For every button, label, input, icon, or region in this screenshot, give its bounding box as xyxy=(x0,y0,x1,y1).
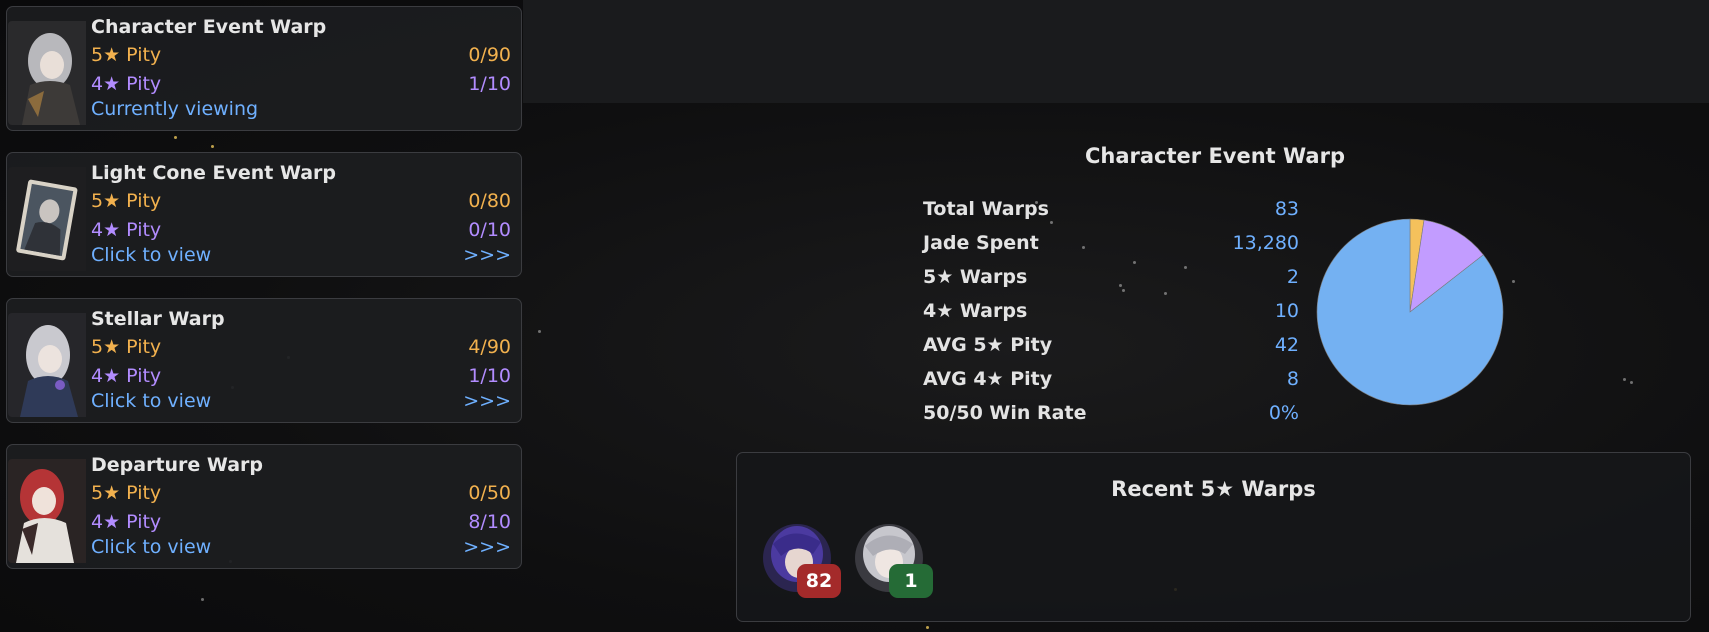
stat-label: Jade Spent xyxy=(923,232,1039,254)
character-portrait xyxy=(8,313,86,417)
stat-value: 13,280 xyxy=(1232,232,1299,254)
four-star-pity-label: 4★ Pity xyxy=(91,219,162,241)
stat-label: 5★ Warps xyxy=(923,266,1028,288)
stat-value: 42 xyxy=(1274,334,1299,356)
stat-win-rate: 50/50 Win Rate 0% xyxy=(923,402,1299,436)
stat-label: AVG 5★ Pity xyxy=(923,334,1053,356)
stat-value: 2 xyxy=(1286,266,1299,288)
view-arrow[interactable]: >>> xyxy=(463,536,511,558)
top-bar xyxy=(523,0,1709,103)
five-star-pity-label: 5★ Pity xyxy=(91,44,162,66)
five-star-pity-value: 0/50 xyxy=(468,482,511,504)
stat-label: 4★ Warps xyxy=(923,300,1028,322)
warp-title: Character Event Warp xyxy=(91,16,327,38)
five-star-pity-label: 5★ Pity xyxy=(91,336,162,358)
stat-four-star-warps: 4★ Warps 10 xyxy=(923,300,1299,334)
warp-distribution-pie-chart xyxy=(1316,218,1504,406)
four-star-pity-label: 4★ Pity xyxy=(91,365,162,387)
four-star-pity-value: 1/10 xyxy=(468,365,511,387)
click-to-view-link[interactable]: Click to view xyxy=(91,244,211,266)
stat-jade-spent: Jade Spent 13,280 xyxy=(923,232,1299,266)
stat-value: 83 xyxy=(1274,198,1299,220)
four-star-pity-value: 8/10 xyxy=(468,511,511,533)
five-star-pity-label: 5★ Pity xyxy=(91,482,162,504)
view-status: Currently viewing xyxy=(91,98,259,120)
recent-title: Recent 5★ Warps xyxy=(1111,477,1316,501)
five-star-pity-value: 0/90 xyxy=(468,44,511,66)
view-arrow[interactable]: >>> xyxy=(463,244,511,266)
five-star-pity-value: 0/80 xyxy=(468,190,511,212)
view-arrow[interactable]: >>> xyxy=(463,390,511,412)
warp-title: Light Cone Event Warp xyxy=(91,162,337,184)
light-cone-image xyxy=(8,167,86,271)
five-star-pity-label: 5★ Pity xyxy=(91,190,162,212)
warp-title: Stellar Warp xyxy=(91,308,225,330)
click-to-view-link[interactable]: Click to view xyxy=(91,536,211,558)
recent-five-star-panel: Recent 5★ Warps 82 1 xyxy=(736,452,1691,622)
four-star-pity-value: 1/10 xyxy=(468,73,511,95)
four-star-pity-label: 4★ Pity xyxy=(91,73,162,95)
warp-card-character-event[interactable]: Character Event Warp 5★ Pity 0/90 4★ Pit… xyxy=(6,6,522,131)
five-star-pity-value: 4/90 xyxy=(468,336,511,358)
stat-avg-five-star-pity: AVG 5★ Pity 42 xyxy=(923,334,1299,368)
click-to-view-link[interactable]: Click to view xyxy=(91,390,211,412)
stat-value: 0% xyxy=(1268,402,1299,424)
stat-label: Total Warps xyxy=(923,198,1049,220)
four-star-pity-label: 4★ Pity xyxy=(91,511,162,533)
character-portrait xyxy=(8,21,86,125)
stats-list: Total Warps 83 Jade Spent 13,280 5★ Warp… xyxy=(923,198,1299,436)
stat-label: 50/50 Win Rate xyxy=(923,402,1087,424)
stat-value: 10 xyxy=(1274,300,1299,322)
warp-card-stellar[interactable]: Stellar Warp 5★ Pity 4/90 4★ Pity 1/10 C… xyxy=(6,298,522,423)
pity-count-badge: 82 xyxy=(797,564,841,598)
recent-warp-avatar[interactable]: 1 xyxy=(855,524,933,598)
pity-count-badge: 1 xyxy=(889,564,933,598)
stat-value: 8 xyxy=(1286,368,1299,390)
warp-card-departure[interactable]: Departure Warp 5★ Pity 0/50 4★ Pity 8/10… xyxy=(6,444,522,569)
four-star-pity-value: 0/10 xyxy=(468,219,511,241)
stat-label: AVG 4★ Pity xyxy=(923,368,1053,390)
stat-total-warps: Total Warps 83 xyxy=(923,198,1299,232)
warp-title: Departure Warp xyxy=(91,454,264,476)
panel-title: Character Event Warp xyxy=(1084,144,1345,168)
stat-five-star-warps: 5★ Warps 2 xyxy=(923,266,1299,300)
stat-avg-four-star-pity: AVG 4★ Pity 8 xyxy=(923,368,1299,402)
character-portrait xyxy=(8,459,86,563)
recent-warp-avatar[interactable]: 82 xyxy=(763,524,841,598)
warp-card-light-cone-event[interactable]: Light Cone Event Warp 5★ Pity 0/80 4★ Pi… xyxy=(6,152,522,277)
